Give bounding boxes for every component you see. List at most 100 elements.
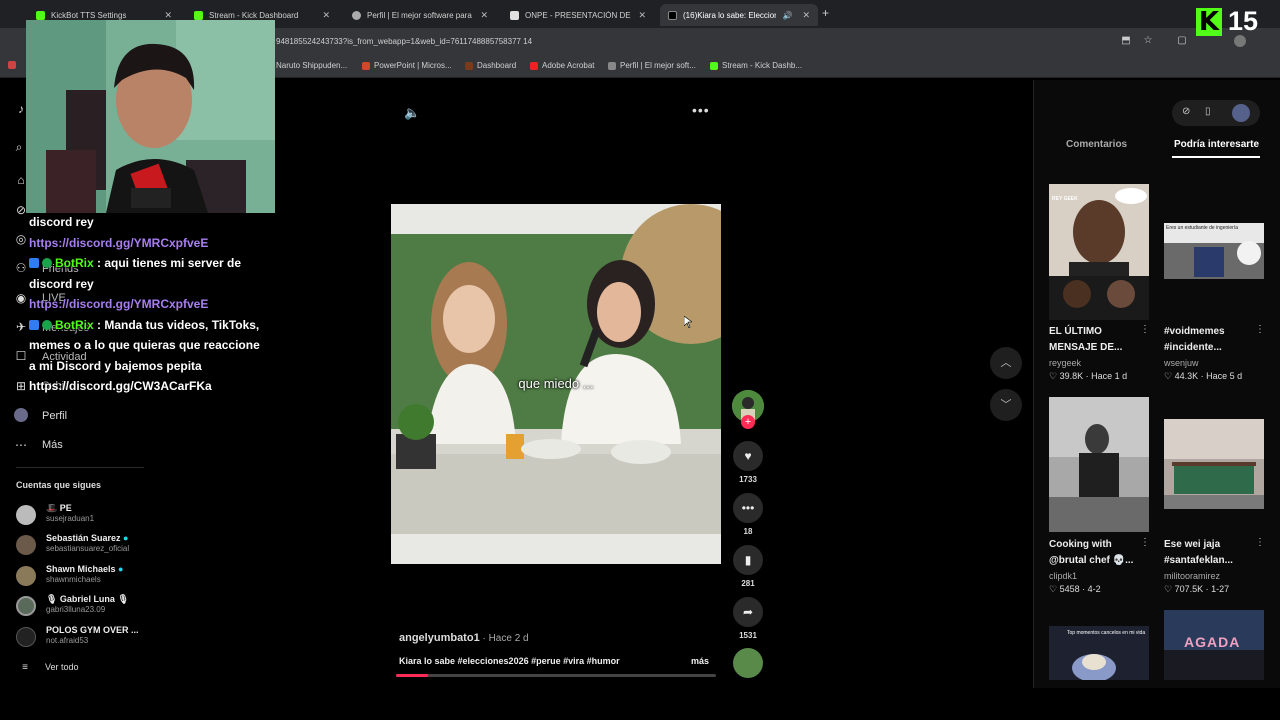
phone-icon[interactable]: ▯	[1205, 106, 1211, 117]
bookmark-naruto[interactable]: Naruto Shippuden...	[276, 61, 347, 70]
bookmark-icon[interactable]: ▮	[733, 545, 763, 575]
chat-link[interactable]: https://discord.gg/YMRCxpfveE	[29, 294, 279, 315]
comment-action[interactable]: ••• 18	[733, 493, 763, 536]
tab-perfil[interactable]: Perfil | El mejor software para p ✕	[344, 4, 496, 26]
close-tab-icon[interactable]: ✕	[322, 10, 330, 21]
webcam-overlay	[26, 20, 275, 213]
comment-icon[interactable]: •••	[733, 493, 763, 523]
profile-icon[interactable]	[14, 408, 28, 422]
following-account[interactable]: 🎙 Gabriel Luna 🎙 gabri3lluna23.09	[16, 594, 156, 618]
recommended-thumbnail[interactable]	[1164, 419, 1264, 509]
account-name: Shawn Michaels ●	[46, 564, 124, 574]
follow-plus-icon[interactable]: +	[741, 415, 755, 429]
previous-video-button[interactable]: ︿	[990, 347, 1022, 379]
music-disc-avatar[interactable]	[733, 648, 763, 678]
close-tab-icon[interactable]: ✕	[802, 10, 810, 21]
recommended-thumbnail[interactable]: REY GEEK	[1049, 184, 1149, 320]
friends-icon[interactable]: ⚇	[14, 261, 28, 275]
more-icon[interactable]: ⋯	[14, 438, 28, 452]
install-app-icon[interactable]: ⬒	[1120, 35, 1132, 47]
recommended-thumbnail[interactable]	[1049, 397, 1149, 532]
account-name: Sebastián Suarez ●	[46, 533, 129, 543]
live-icon[interactable]: ◉	[14, 291, 28, 305]
recommended-title[interactable]: Cooking with @brutal chef 💀...	[1049, 537, 1151, 568]
recommended-user[interactable]: militooramirez	[1164, 571, 1220, 581]
recommended-thumbnail[interactable]: Top momentos cancelos en mi vida	[1049, 626, 1149, 680]
following-account[interactable]: 🎩 PE susejraduan1	[16, 503, 156, 527]
account-handle: not.afraid53	[46, 636, 89, 645]
messages-icon[interactable]: ✈	[14, 320, 28, 334]
bookmark-perfil[interactable]: Perfil | El mejor soft...	[608, 61, 696, 70]
more-options-icon[interactable]: •••	[692, 102, 710, 118]
like-count: 1733	[739, 475, 757, 484]
nav-more-label[interactable]: Más	[42, 439, 63, 451]
kebab-icon[interactable]: ⋮	[1255, 324, 1265, 335]
kick-icon	[710, 61, 718, 70]
next-video-button[interactable]: ﹀	[990, 389, 1022, 421]
explore-icon[interactable]: ⊘	[1182, 106, 1190, 117]
following-account[interactable]: Sebastián Suarez ● sebastiansuarez_ofici…	[16, 533, 156, 557]
tab-recommended[interactable]: Podría interesarte	[1174, 139, 1259, 150]
tab-comments[interactable]: Comentarios	[1066, 139, 1127, 150]
nav-profile-label[interactable]: Perfil	[42, 410, 67, 422]
bookmark-adobe[interactable]: Adobe Acrobat	[530, 61, 594, 70]
tab-tiktok-active[interactable]: (16)Kiara lo sabe: Eleccione 🔊 ✕	[660, 4, 818, 26]
volume-icon[interactable]: 🔈	[404, 105, 420, 121]
verified-badge-icon: ●	[118, 564, 124, 574]
heart-icon[interactable]: ♥	[733, 441, 763, 471]
see-all-link[interactable]: Ver todo	[45, 662, 79, 672]
dashboard-icon	[465, 61, 473, 70]
bookmark-star-icon[interactable]: ☆	[1142, 35, 1154, 47]
bookmark-dashboard[interactable]: Dashboard	[465, 61, 516, 70]
save-action[interactable]: ▮ 281	[733, 545, 763, 588]
close-tab-icon[interactable]: ✕	[480, 10, 488, 21]
url-field[interactable]: 948185524243733?is_from_webapp=1&web_id=…	[276, 37, 532, 46]
mouse-cursor-icon	[684, 316, 692, 328]
speaker-icon[interactable]: 🔊	[782, 11, 792, 20]
following-icon[interactable]: ◎	[14, 232, 28, 246]
avatar[interactable]	[1232, 104, 1250, 122]
tab-onpe[interactable]: ONPE - PRESENTACIÓN DE RES ✕	[502, 4, 654, 26]
extension-icon[interactable]: ▢	[1176, 35, 1188, 47]
close-tab-icon[interactable]: ✕	[638, 10, 646, 21]
bookmark-powerpoint[interactable]: PowerPoint | Micros...	[362, 61, 452, 70]
following-account[interactable]: POLOS GYM OVER ... not.afraid53	[16, 625, 156, 649]
recommended-user[interactable]: reygeek	[1049, 358, 1081, 368]
more-description-button[interactable]: más	[691, 656, 709, 666]
share-icon[interactable]: ➦	[733, 597, 763, 627]
recommended-thumbnail[interactable]: AGADA	[1164, 610, 1264, 680]
kebab-icon[interactable]: ⋮	[1255, 537, 1265, 548]
recommended-user[interactable]: clipdk1	[1049, 571, 1077, 581]
recommended-user[interactable]: wsenjuw	[1164, 358, 1199, 368]
video-description: Kiara lo sabe #elecciones2026 #perue #vi…	[399, 656, 620, 666]
new-tab-button[interactable]: +	[822, 6, 829, 20]
kick-favicon-icon	[36, 10, 45, 20]
recommended-thumbnail[interactable]: Eres un estudiante de ingeniería	[1164, 223, 1264, 279]
list-icon: ≡	[22, 662, 28, 673]
streamer-webcam-image	[26, 20, 275, 213]
recommended-title[interactable]: #voidmemes #incidente...	[1164, 324, 1266, 355]
chat-link-plain[interactable]: https://discord.gg/CW3ACarFKa	[29, 376, 279, 397]
account-handle: sebastiansuarez_oficial	[46, 544, 130, 553]
share-action[interactable]: ➦ 1531	[733, 597, 763, 640]
bookmark-kick[interactable]: Stream - Kick Dashb...	[710, 61, 802, 70]
stream-chat-overlay: discord rey https://discord.gg/YMRCxpfve…	[29, 212, 279, 397]
tab-label: (16)Kiara lo sabe: Eleccione	[683, 10, 777, 20]
video-progress-bar[interactable]	[396, 674, 716, 677]
close-tab-icon[interactable]: ✕	[164, 10, 172, 21]
apps-icon[interactable]	[8, 61, 16, 69]
kebab-icon[interactable]: ⋮	[1140, 324, 1150, 335]
verified-badge-icon	[42, 319, 52, 330]
video-author[interactable]: angelyumbato1 · Hace 2 d	[399, 632, 529, 644]
recommended-title[interactable]: Ese wei jaja #santafeklan...	[1164, 537, 1266, 568]
upload-icon[interactable]: ⊞	[14, 379, 28, 393]
search-icon[interactable]: ⌕	[12, 140, 26, 154]
video-player[interactable]: que miedo ...	[391, 204, 721, 564]
recommended-title[interactable]: EL ÚLTIMO MENSAJE DE...	[1049, 324, 1151, 355]
like-action[interactable]: ♥ 1733	[733, 441, 763, 484]
activity-icon[interactable]: ☐	[14, 349, 28, 363]
bookmark-label: Perfil | El mejor soft...	[620, 61, 696, 70]
following-account[interactable]: Shawn Michaels ● shawnmichaels	[16, 564, 156, 588]
chat-link[interactable]: https://discord.gg/YMRCxpfveE	[29, 233, 279, 254]
kebab-icon[interactable]: ⋮	[1140, 537, 1150, 548]
